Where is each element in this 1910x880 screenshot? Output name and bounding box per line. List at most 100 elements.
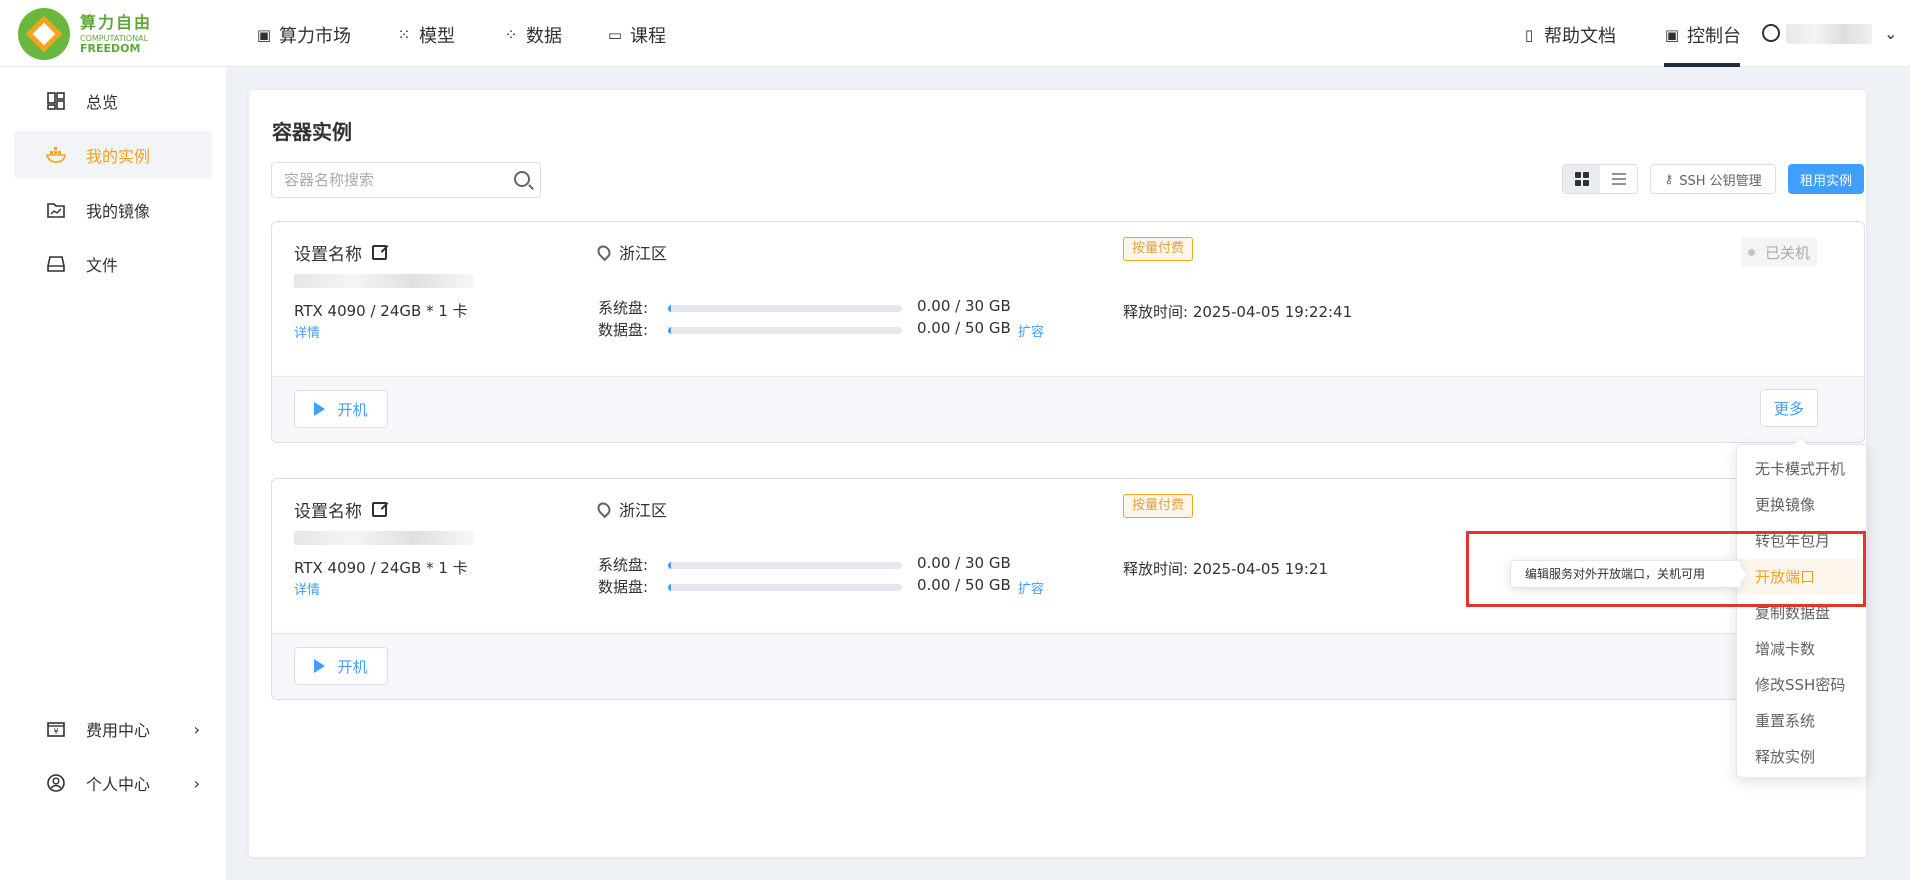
expand-disk-link[interactable]: 扩容 — [1018, 321, 1044, 340]
location-pin-icon — [594, 242, 614, 262]
instance-id-redacted — [294, 274, 474, 288]
status-label: 已关机 — [1764, 243, 1810, 262]
user-avatar-icon[interactable] — [1762, 24, 1780, 42]
data-disk-label: 数据盘: — [598, 321, 649, 339]
top-navbar: 算力自由 COMPUTATIONAL FREEDOM ▣ 算力市场 ⁙ 模型 ⁘… — [0, 0, 1910, 67]
billing-type-badge: 按量付费 — [1123, 494, 1194, 518]
chevron-right-icon: › — [193, 719, 200, 739]
start-button[interactable]: 开机 — [294, 390, 388, 428]
instance-detail-link[interactable]: 详情 — [294, 579, 320, 598]
sidebar-item-overview[interactable]: 总览 — [14, 77, 212, 125]
release-time: 释放时间: 2025-04-05 19:21 — [1123, 560, 1328, 578]
nav-data[interactable]: ⁘ 数据 — [503, 22, 562, 48]
billing-type-badge: 按量付费 — [1123, 237, 1194, 261]
monitor-icon: ▣ — [1664, 26, 1680, 44]
start-button-label: 开机 — [337, 400, 368, 419]
nav-help-docs[interactable]: ▯ 帮助文档 — [1521, 22, 1616, 48]
data-disk-value: 0.00 / 50 GB — [917, 319, 1011, 337]
instance-detail-link[interactable]: 详情 — [294, 322, 320, 341]
brand-name-cn: 算力自由 — [80, 12, 153, 32]
more-button[interactable]: 更多 — [1760, 389, 1818, 427]
data-disk-fill — [668, 584, 671, 591]
grid-view-button[interactable] — [1563, 165, 1600, 193]
search-icon[interactable] — [514, 171, 530, 187]
menu-item-reset-system[interactable]: 重置系统 — [1737, 703, 1866, 739]
course-icon: ▭ — [607, 26, 623, 44]
brand-name-en-line2: FREEDOM — [80, 41, 141, 55]
data-disk-label: 数据盘: — [598, 578, 649, 596]
nav-compute-market[interactable]: ▣ 算力市场 — [256, 22, 351, 48]
username-redacted[interactable] — [1786, 24, 1872, 44]
sidebar-item-my-instances-label: 我的实例 — [86, 147, 151, 166]
data-disk-progress — [668, 327, 902, 334]
container-icon — [45, 145, 66, 165]
sidebar-item-billing-label: 费用中心 — [86, 721, 151, 740]
instance-id-redacted — [294, 531, 474, 545]
sidebar-item-profile[interactable]: 个人中心 › — [14, 759, 212, 807]
status-badge: 已关机 — [1741, 237, 1817, 267]
nav-courses[interactable]: ▭ 课程 — [607, 22, 666, 48]
search-input[interactable] — [272, 163, 492, 197]
nav-console-label: 控制台 — [1687, 26, 1741, 47]
key-icon: ⚷ — [1664, 172, 1674, 186]
menu-item-change-gpu-count[interactable]: 增减卡数 — [1737, 631, 1866, 667]
sidebar-item-billing[interactable]: ¥ 费用中心 › — [14, 705, 212, 753]
ssh-key-manage-label: SSH 公钥管理 — [1679, 173, 1762, 189]
brand-logo[interactable]: 算力自由 COMPUTATIONAL FREEDOM — [18, 8, 152, 60]
nav-console[interactable]: ▣ 控制台 — [1664, 22, 1741, 48]
nav-models[interactable]: ⁙ 模型 — [396, 22, 455, 48]
storage-icon — [46, 254, 66, 274]
sidebar-item-my-instances[interactable]: 我的实例 — [14, 131, 212, 179]
system-disk-fill — [668, 305, 671, 312]
nav-data-label: 数据 — [526, 26, 562, 47]
edit-icon[interactable] — [372, 502, 387, 517]
nav-active-indicator — [1664, 63, 1740, 67]
nav-models-label: 模型 — [419, 26, 455, 47]
start-button[interactable]: 开机 — [294, 647, 388, 685]
main-panel: 容器实例 ⚷ SSH 公钥管理 租用实例 设置名称 RTX 4090 / 24G… — [249, 90, 1866, 857]
release-time: 释放时间: 2025-04-05 19:22:41 — [1123, 303, 1353, 321]
instance-region-label: 浙江区 — [619, 501, 668, 520]
instance-name: 设置名称 — [294, 497, 387, 522]
instance-name-label: 设置名称 — [294, 245, 362, 265]
menu-item-start-without-gpu[interactable]: 无卡模式开机 — [1737, 451, 1866, 487]
rent-instance-button[interactable]: 租用实例 — [1788, 164, 1864, 194]
menu-item-change-ssh-password[interactable]: 修改SSH密码 — [1737, 667, 1866, 703]
instance-gpu-spec: RTX 4090 / 24GB * 1 卡 — [294, 559, 468, 577]
instance-gpu-spec: RTX 4090 / 24GB * 1 卡 — [294, 302, 468, 320]
menu-item-release-instance[interactable]: 释放实例 — [1737, 739, 1866, 775]
expand-disk-link[interactable]: 扩容 — [1018, 578, 1044, 597]
list-icon — [1611, 173, 1626, 185]
sidebar-item-files[interactable]: 文件 — [14, 240, 212, 288]
system-disk-fill — [668, 562, 671, 569]
ssh-key-manage-button[interactable]: ⚷ SSH 公钥管理 — [1650, 164, 1776, 194]
system-disk-label: 系统盘: — [598, 299, 649, 317]
system-disk-progress — [668, 305, 902, 312]
list-view-button[interactable] — [1600, 165, 1637, 193]
chevron-right-icon: › — [193, 773, 200, 793]
location-pin-icon — [594, 499, 614, 519]
instance-name-label: 设置名称 — [294, 502, 362, 522]
edit-icon[interactable] — [372, 245, 387, 260]
instance-region-label: 浙江区 — [619, 244, 668, 263]
model-icon: ⁙ — [397, 26, 411, 44]
system-disk-label: 系统盘: — [598, 556, 649, 574]
sidebar-item-files-label: 文件 — [86, 256, 119, 275]
chevron-down-icon[interactable]: ⌄ — [1884, 24, 1897, 43]
instance-card: 设置名称 RTX 4090 / 24GB * 1 卡 详情 浙江区 系统盘: 0… — [271, 221, 1865, 443]
sidebar-item-my-images[interactable]: 我的镜像 — [14, 186, 212, 234]
system-disk-progress — [668, 562, 902, 569]
data-disk-value: 0.00 / 50 GB — [917, 576, 1011, 594]
more-actions-dropdown: 无卡模式开机 更换镜像 转包年包月 开放端口 复制数据盘 增减卡数 修改SSH密… — [1736, 444, 1867, 778]
instance-region: 浙江区 — [594, 240, 668, 264]
start-button-label: 开机 — [337, 657, 368, 676]
menu-item-change-image[interactable]: 更换镜像 — [1737, 487, 1866, 523]
nav-compute-market-label: 算力市场 — [279, 26, 351, 47]
sidebar-item-overview-label: 总览 — [86, 93, 119, 112]
chip-icon: ▣ — [256, 26, 272, 44]
logo-mark-icon — [18, 8, 70, 60]
instance-name: 设置名称 — [294, 240, 387, 265]
instance-card-footer: 开机 — [272, 633, 1864, 699]
instance-card-footer: 开机 更多 — [272, 376, 1864, 442]
sidebar-item-profile-label: 个人中心 — [86, 775, 151, 794]
